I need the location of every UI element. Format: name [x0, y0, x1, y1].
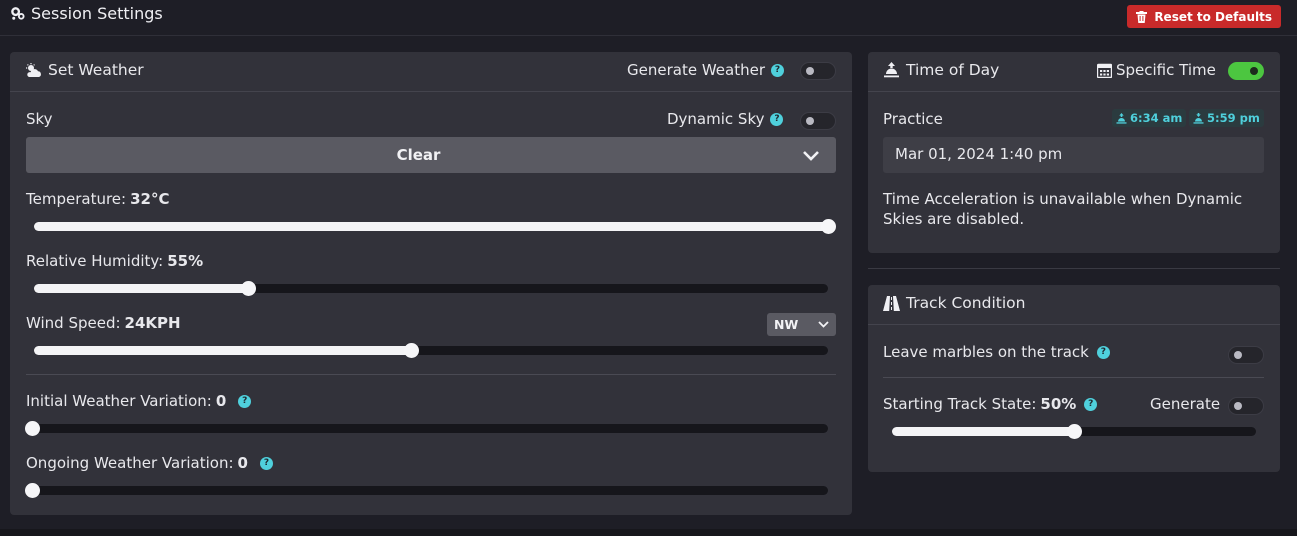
time-of-day-panel: Time of Day Specific Time Practice 6:34 …: [868, 52, 1280, 253]
wind-direction-select[interactable]: NW: [767, 313, 836, 336]
sunrise-small-icon: [1116, 112, 1127, 124]
page-title: Session Settings: [10, 4, 163, 23]
sunrise-chip: 6:34 am: [1112, 109, 1187, 127]
humidity-slider-fill: [34, 284, 249, 293]
weather-panel-header: Set Weather Generate Weather ?: [10, 52, 852, 92]
initial-variation-slider[interactable]: [25, 421, 828, 436]
ongoing-variation-label: Ongoing Weather Variation: 0 ?: [26, 454, 273, 472]
track-state-value: 50%: [1040, 395, 1077, 413]
help-icon[interactable]: ?: [238, 394, 252, 408]
track-state-slider-thumb[interactable]: [1067, 424, 1082, 439]
temperature-slider-thumb[interactable]: [821, 219, 836, 234]
bottom-strip: [0, 529, 1297, 536]
generate-weather-text: Generate Weather: [627, 61, 765, 79]
time-panel-header: Time of Day Specific Time: [868, 52, 1280, 92]
help-icon[interactable]: ?: [1096, 345, 1110, 359]
wind-speed-slider-fill: [34, 346, 412, 355]
humidity-label-text: Relative Humidity:: [26, 252, 164, 270]
humidity-label: Relative Humidity: 55%: [26, 252, 203, 270]
time-acceleration-note: Time Acceleration is unavailable when Dy…: [883, 190, 1243, 228]
temperature-label-text: Temperature:: [26, 190, 127, 208]
track-title-text: Track Condition: [906, 294, 1026, 312]
wind-speed-slider-thumb[interactable]: [404, 343, 420, 358]
humidity-slider[interactable]: [34, 281, 828, 296]
time-panel-title: Time of Day: [883, 61, 999, 79]
calendar-icon: [1097, 63, 1112, 78]
marbles-toggle[interactable]: [1228, 346, 1264, 364]
generate-weather-toggle[interactable]: [800, 62, 836, 80]
initial-variation-value: 0: [215, 392, 227, 410]
sky-label: Sky: [26, 110, 53, 128]
dynamic-sky-text: Dynamic Sky: [667, 110, 765, 128]
ongoing-variation-slider[interactable]: [25, 483, 828, 498]
help-icon[interactable]: ?: [259, 456, 273, 470]
gears-icon: [11, 7, 25, 20]
cloud-sun-icon: [26, 62, 41, 77]
wind-speed-label-text: Wind Speed:: [26, 314, 121, 332]
session-label: Practice: [883, 110, 943, 128]
track-state-label-text: Starting Track State:: [883, 395, 1037, 413]
weather-panel-title: Set Weather: [25, 61, 144, 79]
track-panel-header: Track Condition: [868, 285, 1280, 325]
sky-select[interactable]: Clear: [26, 137, 836, 173]
dynamic-sky-label: Dynamic Sky ?: [667, 110, 784, 128]
ongoing-variation-label-text: Ongoing Weather Variation:: [26, 454, 234, 472]
generate-weather-label: Generate Weather ?: [627, 61, 784, 79]
sunset-time: 5:59 pm: [1207, 111, 1260, 125]
help-icon[interactable]: ?: [770, 112, 784, 126]
sunset-small-icon: [1193, 112, 1204, 124]
wind-speed-slider[interactable]: [34, 343, 828, 358]
sunset-chip: 5:59 pm: [1189, 109, 1264, 127]
wind-speed-value: 24KPH: [124, 314, 181, 332]
sunrise-icon: [884, 62, 899, 78]
specific-time-toggle[interactable]: [1228, 62, 1264, 80]
ongoing-variation-slider-thumb[interactable]: [25, 483, 40, 498]
initial-variation-label-text: Initial Weather Variation:: [26, 392, 212, 410]
chevron-down-icon: [803, 151, 819, 161]
track-generate-label: Generate: [1150, 395, 1221, 413]
marbles-label: Leave marbles on the track ?: [883, 343, 1110, 361]
page-title-text: Session Settings: [31, 4, 163, 23]
track-generate-toggle[interactable]: [1228, 397, 1264, 415]
weather-panel: Set Weather Generate Weather ? Sky Dynam…: [10, 52, 852, 515]
temperature-slider[interactable]: [34, 219, 836, 234]
header-bar: Session Settings Reset to Defaults: [0, 0, 1297, 36]
track-panel-title: Track Condition: [883, 294, 1025, 312]
temperature-value: 32°C: [130, 190, 170, 208]
specific-time-label: Specific Time: [1097, 61, 1216, 79]
temperature-label: Temperature: 32°C: [26, 190, 169, 208]
track-state-slider[interactable]: [892, 424, 1256, 439]
weather-divider: [26, 374, 836, 375]
datetime-field[interactable]: Mar 01, 2024 1:40 pm: [883, 137, 1264, 173]
track-state-label: Starting Track State: 50% ?: [883, 395, 1098, 413]
humidity-value: 55%: [167, 252, 204, 270]
track-condition-panel: Track Condition Leave marbles on the tra…: [868, 285, 1280, 472]
trash-icon: [1136, 10, 1148, 23]
road-icon: [883, 295, 900, 311]
humidity-slider-thumb[interactable]: [241, 281, 257, 296]
sunrise-time: 6:34 am: [1130, 111, 1183, 125]
initial-variation-label: Initial Weather Variation: 0 ?: [26, 392, 252, 410]
weather-title-text: Set Weather: [48, 61, 144, 79]
track-divider: [883, 377, 1264, 378]
track-state-slider-fill: [892, 427, 1074, 436]
chevron-down-icon: [818, 321, 829, 328]
sky-select-value: Clear: [396, 146, 441, 164]
dynamic-sky-toggle[interactable]: [800, 112, 836, 130]
wind-direction-value: NW: [774, 317, 799, 332]
reset-defaults-label: Reset to Defaults: [1154, 9, 1272, 24]
ongoing-variation-value: 0: [237, 454, 248, 472]
right-column-divider: [868, 268, 1280, 269]
initial-variation-slider-thumb[interactable]: [25, 421, 40, 436]
help-icon[interactable]: ?: [1084, 397, 1098, 411]
specific-time-text: Specific Time: [1116, 61, 1216, 79]
help-icon[interactable]: ?: [770, 63, 784, 77]
marbles-label-text: Leave marbles on the track: [883, 343, 1089, 361]
temperature-slider-fill: [34, 222, 828, 231]
reset-defaults-button[interactable]: Reset to Defaults: [1127, 5, 1281, 28]
wind-speed-label: Wind Speed: 24KPH: [26, 314, 181, 332]
time-title-text: Time of Day: [906, 61, 1000, 79]
